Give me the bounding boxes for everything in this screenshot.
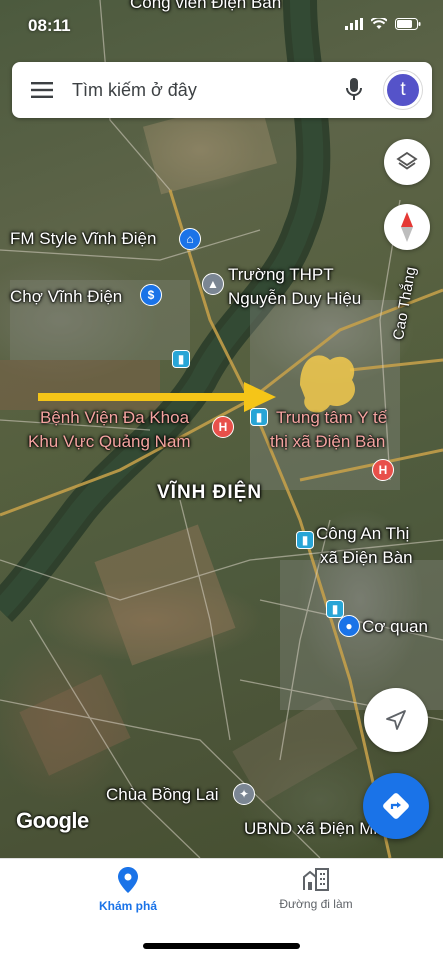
bus-icon[interactable]: ▮ — [250, 408, 268, 426]
compass-button[interactable] — [384, 204, 430, 250]
wifi-icon — [371, 18, 387, 29]
home-indicator — [143, 943, 300, 949]
mic-button[interactable] — [332, 62, 376, 118]
location-pin-icon[interactable]: ● — [338, 615, 360, 637]
school-icon[interactable]: ▲ — [202, 273, 224, 295]
google-logo: Google — [16, 808, 89, 833]
commute-building-icon — [303, 868, 329, 891]
map-label-truong-2[interactable]: Nguyễn Duy Hiệu — [228, 288, 361, 310]
bus-icon[interactable]: ▮ — [326, 600, 344, 618]
map-label-trung-tam-1[interactable]: Trung tâm Y tế — [276, 407, 387, 429]
map-label-district: VĨNH ĐIỆN — [157, 482, 263, 503]
my-location-button[interactable] — [364, 688, 428, 752]
map-label-cong-an-1[interactable]: Công An Thị — [316, 523, 409, 545]
directions-button[interactable] — [363, 773, 429, 839]
search-input[interactable] — [72, 62, 332, 118]
menu-button[interactable] — [12, 62, 72, 118]
directions-icon — [383, 793, 409, 819]
map-label-chua[interactable]: Chùa Bồng Lai — [106, 784, 218, 806]
map-label-benh-vien-2[interactable]: Khu Vực Quảng Nam — [28, 431, 191, 453]
map-label-trung-tam-2[interactable]: thị xã Điện Bàn — [270, 431, 385, 453]
tab-explore-label: Khám phá — [98, 899, 157, 913]
map-label-fm-style[interactable]: FM Style Vĩnh Điện — [10, 228, 156, 250]
compass-icon — [401, 212, 413, 242]
status-time: 08:11 — [28, 16, 71, 35]
layers-button[interactable] — [384, 139, 430, 185]
map-label-cho[interactable]: Chợ Vĩnh Điện — [10, 286, 122, 308]
search-bar: t — [12, 62, 432, 118]
map-label-cong-an-2[interactable]: xã Điện Bàn — [320, 547, 413, 569]
bus-icon[interactable]: ▮ — [172, 350, 190, 368]
map-label-benh-vien-1[interactable]: Bệnh Viện Đa Khoa — [40, 407, 189, 429]
signal-icon — [345, 18, 363, 30]
bus-icon[interactable]: ▮ — [296, 531, 314, 549]
status-icons — [345, 18, 421, 30]
mic-icon — [346, 78, 362, 100]
tab-explore[interactable]: Khám phá — [48, 867, 208, 913]
location-arrow-icon — [386, 710, 406, 730]
menu-icon — [31, 82, 53, 98]
hospital-icon[interactable]: H — [372, 459, 394, 481]
map-label-truong-1[interactable]: Trường THPT — [228, 264, 334, 286]
layers-icon — [396, 151, 418, 170]
status-bar: 08:11 — [0, 0, 443, 52]
tab-commute[interactable]: Đường đi làm — [236, 867, 396, 911]
shopping-bag-icon[interactable]: ⌂ — [179, 228, 201, 250]
battery-icon — [395, 18, 421, 30]
hospital-icon[interactable]: H — [212, 416, 234, 438]
tab-commute-label: Đường đi làm — [279, 897, 353, 911]
cart-icon[interactable]: $ — [140, 284, 162, 306]
explore-pin-icon — [118, 867, 138, 893]
map-label-co-quan[interactable]: Cơ quan — [362, 616, 428, 638]
avatar[interactable]: t — [384, 71, 422, 109]
temple-icon[interactable]: ✦ — [233, 783, 255, 805]
